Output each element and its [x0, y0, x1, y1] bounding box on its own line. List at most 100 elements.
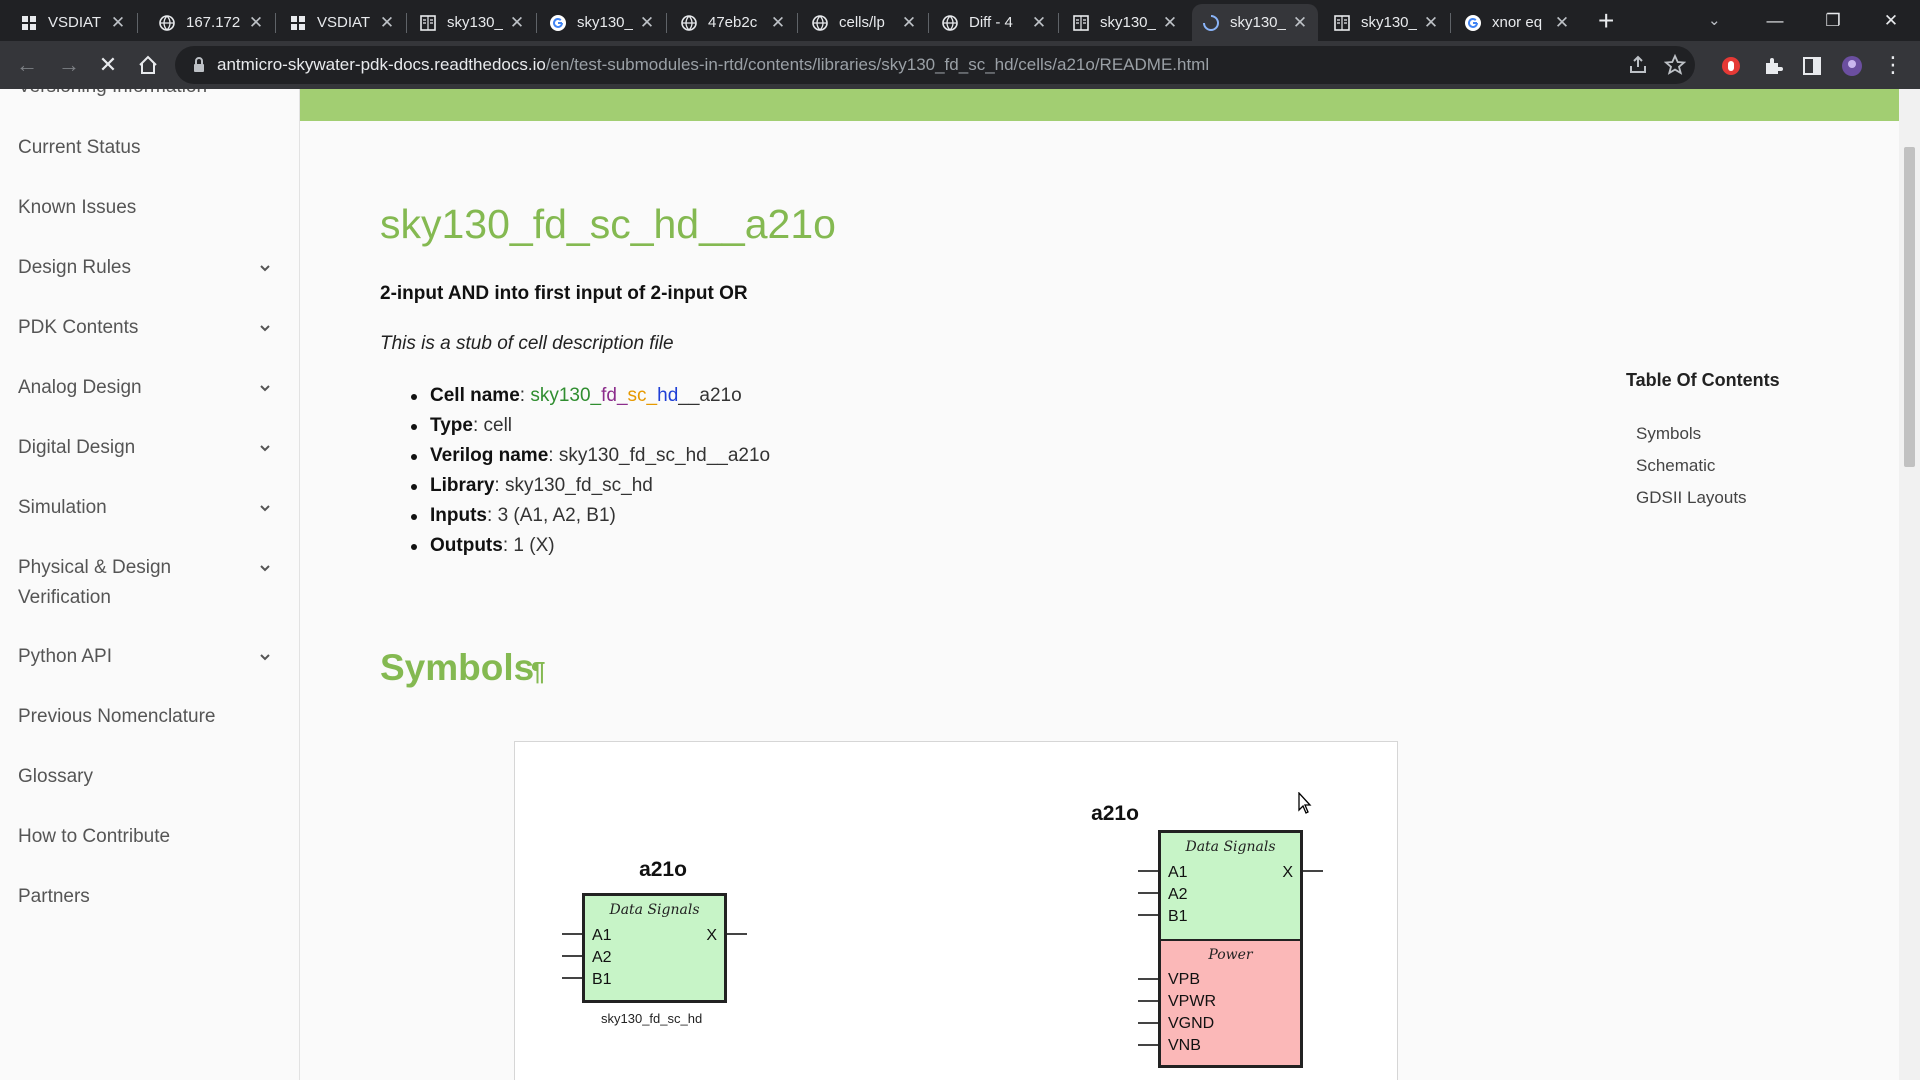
tab-title: sky130_ — [1361, 14, 1417, 31]
wire — [727, 933, 747, 935]
lock-icon[interactable] — [193, 57, 205, 73]
home-icon[interactable] — [133, 50, 163, 80]
browser-tab[interactable]: xnor eq ✕ — [1454, 4, 1580, 41]
sidebar-item-physical-design[interactable]: Physical & Design Verification — [18, 553, 280, 613]
cell-name-segment[interactable]: sky130 — [530, 385, 590, 406]
tab-title: xnor eq — [1492, 14, 1543, 31]
browser-menu-icon[interactable]: ⋮ — [1878, 50, 1908, 80]
sidebar-item-label: Design Rules — [18, 257, 131, 278]
chevron-down-icon[interactable] — [258, 441, 272, 455]
sidebar-item-pdk-contents[interactable]: PDK Contents — [18, 313, 280, 343]
close-tab-icon[interactable]: ✕ — [379, 13, 395, 33]
close-tab-icon[interactable]: ✕ — [248, 13, 264, 33]
tab-separator — [536, 13, 537, 33]
tab-separator — [275, 13, 276, 33]
chevron-down-icon[interactable] — [258, 321, 272, 335]
profile-avatar-icon[interactable] — [1841, 55, 1863, 77]
close-tab-icon[interactable]: ✕ — [509, 13, 525, 33]
extensions-puzzle-icon[interactable] — [1762, 55, 1784, 77]
toc-link-gdsii-layouts[interactable]: GDSII Layouts — [1636, 488, 1747, 508]
wire — [1138, 870, 1158, 872]
tab-separator — [1450, 13, 1451, 33]
browser-tab[interactable]: VSDIAT ✕ — [279, 4, 405, 41]
list-item: Library: sky130_fd_sc_hd — [380, 471, 770, 501]
browser-tab[interactable]: sky130_ ✕ — [1192, 4, 1318, 41]
close-tab-icon[interactable]: ✕ — [770, 13, 786, 33]
chevron-down-icon[interactable] — [258, 561, 272, 575]
close-tab-icon[interactable]: ✕ — [1031, 13, 1047, 33]
tab-search-chevron-icon[interactable]: ⌄ — [1708, 11, 1721, 29]
cell-name-segment[interactable]: hd — [657, 385, 678, 406]
url-text[interactable]: antmicro-skywater-pdk-docs.readthedocs.i… — [217, 55, 1209, 75]
side-panel-icon[interactable] — [1801, 55, 1823, 77]
toc-link-schematic[interactable]: Schematic — [1636, 456, 1715, 476]
wire — [1138, 1022, 1158, 1024]
close-tab-icon[interactable]: ✕ — [901, 13, 917, 33]
sidebar-item-label: Physical & Design — [18, 557, 172, 578]
chevron-down-icon[interactable] — [258, 650, 272, 664]
browser-tab[interactable]: sky130_ ✕ — [409, 4, 535, 41]
extension-red-icon[interactable] — [1720, 55, 1742, 77]
browser-tab[interactable]: cells/lp ✕ — [801, 4, 927, 41]
forward-arrow-icon[interactable]: → — [54, 50, 84, 80]
close-tab-icon[interactable]: ✕ — [110, 13, 126, 33]
browser-tab[interactable]: 47eb2c ✕ — [670, 4, 796, 41]
browser-tab[interactable]: sky130_ ✕ — [1323, 4, 1449, 41]
page-scrollbar[interactable] — [1899, 89, 1920, 1080]
permalink-pilcrow-icon[interactable]: ¶ — [531, 656, 545, 687]
browser-tab[interactable]: sky130_ ✕ — [539, 4, 665, 41]
sidebar-item-design-rules[interactable]: Design Rules — [18, 253, 280, 283]
sidebar-item-label: Known Issues — [18, 197, 137, 218]
main-content: sky130_fd_sc_hd__a21o 2-input AND into f… — [300, 121, 1900, 1080]
browser-tab[interactable]: Diff - 4 ✕ — [931, 4, 1057, 41]
close-tab-icon[interactable]: ✕ — [1292, 13, 1308, 33]
symbol-library-label: sky130_fd_sc_hd — [601, 1011, 703, 1026]
close-tab-icon[interactable]: ✕ — [1162, 13, 1178, 33]
sidebar-item-analog-design[interactable]: Analog Design — [18, 373, 280, 403]
cell-name-segment[interactable]: sc — [628, 385, 647, 406]
stub-note: This is a stub of cell description file — [380, 333, 674, 354]
tab-title: sky130_ — [447, 14, 503, 31]
cell-name-segment[interactable]: _ — [591, 385, 602, 406]
browser-tab[interactable]: sky130_ ✕ — [1062, 4, 1188, 41]
scrollbar-thumb[interactable] — [1904, 147, 1915, 467]
sidebar-item-simulation[interactable]: Simulation — [18, 493, 280, 523]
address-bar[interactable]: antmicro-skywater-pdk-docs.readthedocs.i… — [175, 46, 1695, 84]
sidebar-item-python-api[interactable]: Python API — [18, 642, 280, 672]
close-tab-icon[interactable]: ✕ — [1423, 13, 1439, 33]
chevron-down-icon[interactable] — [258, 261, 272, 275]
bookmark-star-icon[interactable] — [1664, 54, 1686, 76]
new-tab-plus-icon[interactable]: + — [1598, 7, 1614, 35]
sidebar-item-known-issues[interactable]: Known Issues — [18, 193, 280, 223]
sidebar-item-versioning-information[interactable]: Versioning Information — [18, 89, 280, 102]
header-bar — [300, 89, 1900, 121]
cell-name-segment[interactable]: _ — [617, 385, 628, 406]
cell-name-segment[interactable]: _ — [647, 385, 658, 406]
sidebar-item-partners[interactable]: Partners — [18, 882, 280, 912]
close-window-icon[interactable]: ✕ — [1868, 6, 1914, 36]
app-grid-icon — [291, 15, 305, 30]
restore-icon[interactable]: ❐ — [1810, 6, 1856, 36]
sidebar-item-current-status[interactable]: Current Status — [18, 133, 280, 163]
pin-a2: A2 — [592, 949, 612, 966]
sidebar-item-digital-design[interactable]: Digital Design — [18, 433, 280, 463]
symbol-box-with-power: Data Signals A1 A2 B1 X Power VPB VPWR V… — [1158, 830, 1303, 1068]
share-icon[interactable] — [1627, 54, 1649, 76]
close-tab-icon[interactable]: ✕ — [1554, 13, 1570, 33]
toc-link-symbols[interactable]: Symbols — [1636, 424, 1701, 444]
pin-b1: B1 — [592, 971, 612, 988]
browser-tab[interactable]: VSDIAT ✕ — [10, 4, 136, 41]
minimize-icon[interactable]: — — [1752, 6, 1798, 36]
stop-loading-icon[interactable]: ✕ — [93, 50, 123, 80]
chevron-down-icon[interactable] — [258, 381, 272, 395]
cell-name-segment[interactable]: fd — [601, 385, 617, 406]
sidebar-item-glossary[interactable]: Glossary — [18, 762, 280, 792]
sidebar-item-previous-nomenclature[interactable]: Previous Nomenclature — [18, 702, 280, 732]
back-arrow-icon[interactable]: ← — [12, 50, 42, 80]
chevron-down-icon[interactable] — [258, 501, 272, 515]
sidebar-item-how-to-contribute[interactable]: How to Contribute — [18, 822, 280, 852]
browser-tab[interactable]: 167.172 ✕ — [148, 4, 274, 41]
data-signals-section: Data Signals A1 A2 B1 X — [585, 896, 724, 1000]
close-tab-icon[interactable]: ✕ — [639, 13, 655, 33]
globe-icon — [681, 14, 697, 31]
